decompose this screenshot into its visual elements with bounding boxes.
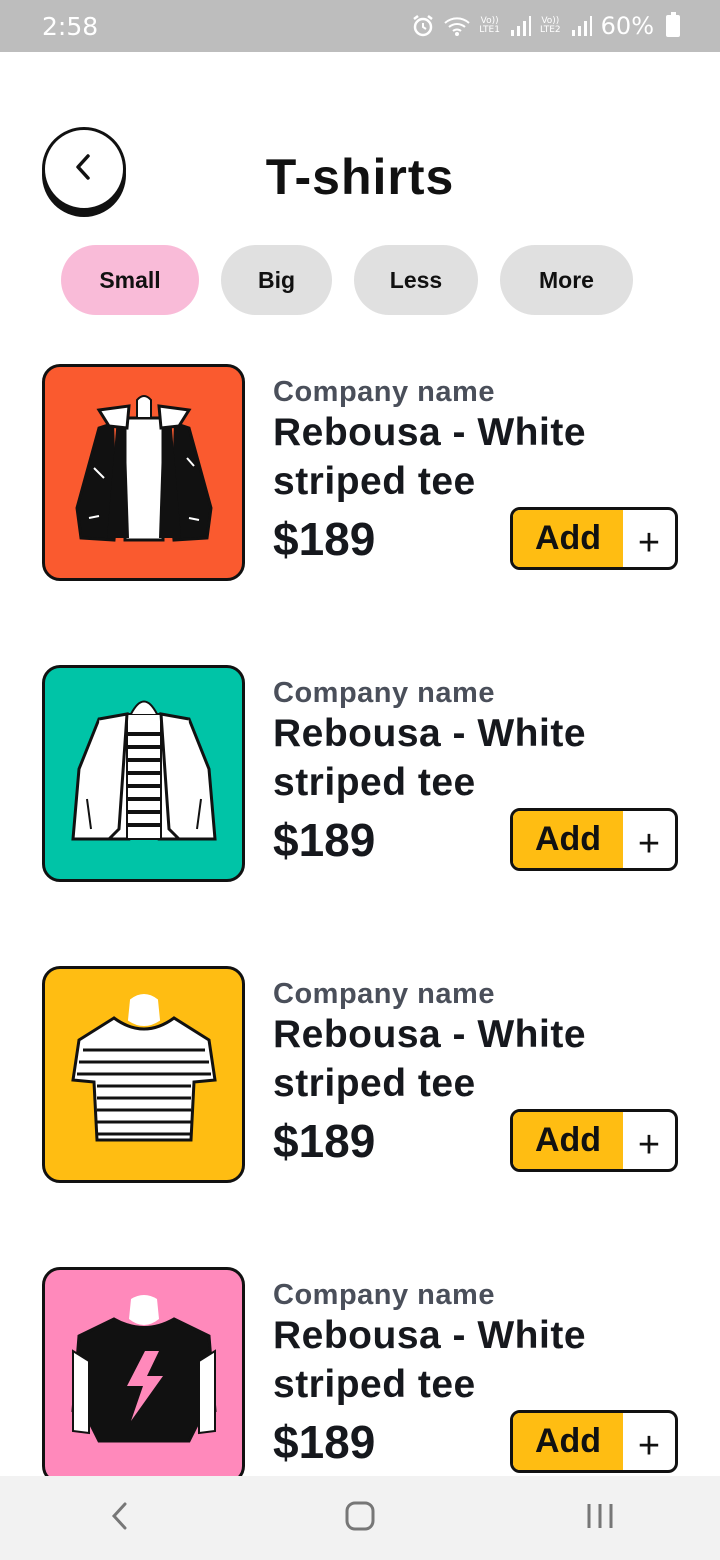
add-to-cart-button[interactable]: Add + — [510, 1109, 678, 1172]
leather-jacket-illustration — [74, 394, 213, 542]
product-image — [42, 364, 245, 581]
back-nav-icon — [108, 1500, 132, 1537]
product-name: Rebousa - White striped tee — [273, 712, 587, 804]
add-label: Add — [513, 1413, 623, 1470]
add-to-cart-button[interactable]: Add + — [510, 507, 678, 570]
add-to-cart-button[interactable]: Add + — [510, 1410, 678, 1473]
status-bar: 2:58 Vo)) LTE1 Vo)) LTE2 60% — [0, 0, 720, 52]
company-name: Company name — [273, 677, 495, 709]
wifi-icon — [443, 15, 471, 37]
product-name: Rebousa - White striped tee — [273, 1013, 587, 1105]
product-card[interactable]: Company name Rebousa - White striped tee… — [0, 364, 720, 665]
nav-home-button[interactable] — [320, 1488, 400, 1548]
signal-icon — [571, 15, 593, 37]
status-icons: Vo)) LTE1 Vo)) LTE2 60% — [411, 12, 680, 40]
product-name: Rebousa - White striped tee — [273, 1314, 587, 1406]
add-label: Add — [513, 510, 623, 567]
filter-chip-big[interactable]: Big — [221, 245, 332, 315]
add-label: Add — [513, 811, 623, 868]
product-card[interactable]: Company name Rebousa - White striped tee… — [0, 665, 720, 966]
alarm-icon — [411, 14, 435, 38]
product-image — [42, 1267, 245, 1484]
white-blazer-illustration — [70, 700, 217, 840]
product-price: $189 — [273, 814, 376, 866]
company-name: Company name — [273, 376, 495, 408]
status-time: 2:58 — [42, 11, 99, 41]
nav-recents-button[interactable] — [560, 1488, 640, 1548]
product-image — [42, 665, 245, 882]
product-image — [42, 966, 245, 1183]
battery-percent: 60% — [600, 12, 654, 40]
striped-tee-illustration — [70, 993, 217, 1141]
lightning-tee-illustration — [70, 1294, 217, 1442]
product-price: $189 — [273, 1416, 376, 1468]
system-nav-bar — [0, 1476, 720, 1560]
battery-icon — [666, 12, 680, 37]
product-price: $189 — [273, 1115, 376, 1167]
recents-nav-icon — [584, 1501, 616, 1536]
signal-icon — [510, 15, 532, 37]
filter-chip-less[interactable]: Less — [354, 245, 478, 315]
add-to-cart-button[interactable]: Add + — [510, 808, 678, 871]
sim2-label: Vo)) LTE2 — [539, 16, 561, 35]
filter-chip-small[interactable]: Small — [61, 245, 199, 315]
home-nav-icon — [344, 1500, 376, 1537]
company-name: Company name — [273, 1279, 495, 1311]
product-price: $189 — [273, 513, 376, 565]
product-list: Company name Rebousa - White striped tee… — [0, 364, 720, 1560]
plus-icon: + — [637, 1124, 661, 1166]
page-title: T-shirts — [265, 149, 455, 205]
plus-icon: + — [637, 522, 661, 564]
add-label: Add — [513, 1112, 623, 1169]
product-card[interactable]: Company name Rebousa - White striped tee… — [0, 966, 720, 1267]
sim1-label: Vo)) LTE1 — [479, 16, 500, 35]
product-name: Rebousa - White striped tee — [273, 411, 587, 503]
filter-chip-more[interactable]: More — [500, 245, 633, 315]
plus-icon: + — [637, 1425, 661, 1467]
plus-icon: + — [637, 823, 661, 865]
company-name: Company name — [273, 978, 495, 1010]
nav-back-button[interactable] — [80, 1488, 160, 1548]
filter-chips: Small Big Less More — [61, 245, 633, 315]
